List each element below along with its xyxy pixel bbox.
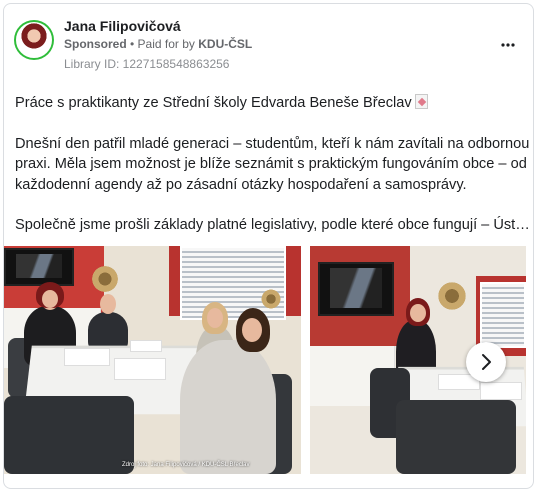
chevron-right-icon	[482, 354, 491, 370]
image-carousel[interactable]: Zdroj foto: Jana Filipovičová / KDU-ČSL …	[4, 246, 533, 474]
avatar[interactable]	[14, 20, 54, 60]
page-name[interactable]: Jana Filipovičová	[64, 18, 181, 34]
carousel-image-1[interactable]: Zdroj foto: Jana Filipovičová / KDU-ČSL …	[4, 246, 301, 474]
paid-for-prefix: • Paid for by	[130, 37, 195, 51]
paid-for-by: KDU-ČSL	[198, 37, 253, 51]
sponsored-line: Sponsored • Paid for by KDU-ČSL	[64, 37, 252, 51]
post-paragraph-2: Dnešní den patřil mladé generaci – stude…	[15, 135, 530, 193]
sponsored-label: Sponsored	[64, 37, 127, 51]
post-paragraph-3[interactable]: Společně jsme prošli základy platné legi…	[15, 215, 530, 236]
ad-card: Jana Filipovičová Sponsored • Paid for b…	[3, 3, 534, 489]
memo-icon	[414, 94, 428, 109]
more-horizontal-icon	[501, 43, 515, 47]
carousel-next-button[interactable]	[466, 342, 506, 382]
library-id: Library ID: 1227158548863256	[64, 57, 230, 71]
post-line-1-text: Práce s praktikanty ze Střední školy Edv…	[15, 95, 412, 111]
profile-photo	[16, 22, 52, 58]
slide-1-caption: Zdroj foto: Jana Filipovičová / KDU-ČSL …	[122, 462, 250, 468]
more-options-button[interactable]	[501, 34, 515, 52]
post-text: Práce s praktikanty ze Střední školy Edv…	[15, 93, 530, 236]
post-line-1: Práce s praktikanty ze Střední školy Edv…	[15, 93, 530, 114]
